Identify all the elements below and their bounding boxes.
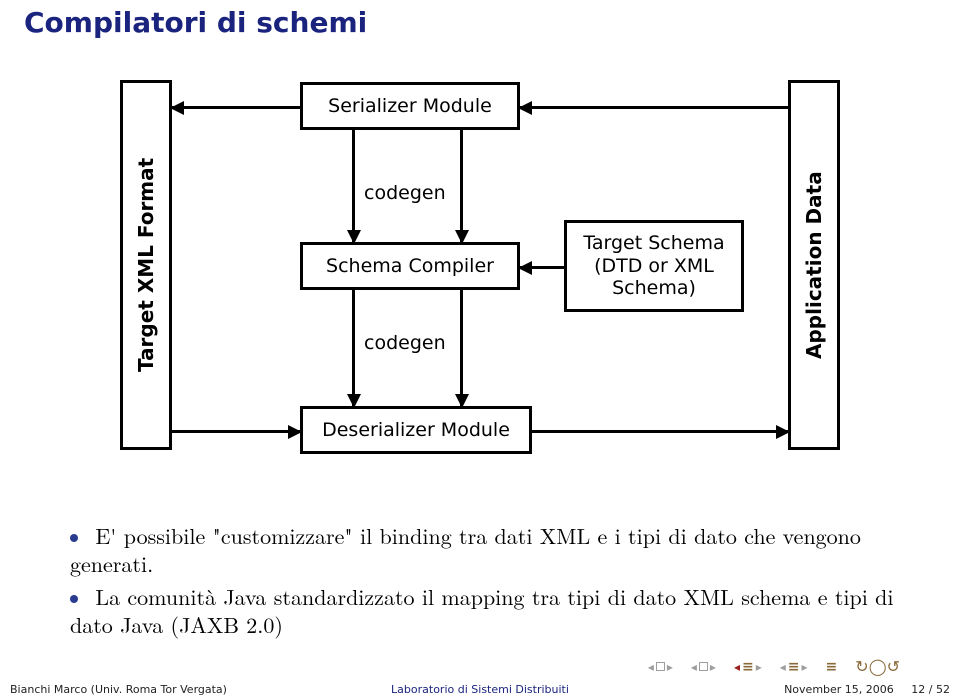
bullet-icon — [70, 534, 78, 542]
arrow-appdata-to-serializer — [520, 106, 788, 109]
codegen-label-top: codegen — [364, 182, 446, 204]
bullet-text: E' possibile "customizzare" il binding t… — [70, 520, 861, 579]
arrow-deserializer-to-appdata — [532, 430, 788, 433]
beamer-nav-controls: ◂▸ ◂▸ ◂≡▸ ◂≡▸ ≡ ↻◯↺ — [648, 657, 900, 676]
arrow-schema-to-compiler — [520, 266, 564, 269]
footer-author: Bianchi Marco (Univ. Roma Tor Vergata) — [10, 683, 323, 696]
footer-title: Laboratorio di Sistemi Distribuiti — [323, 683, 636, 696]
arrow-codegen-down-top-b — [460, 130, 463, 242]
schema-compiler-box: Schema Compiler — [300, 242, 520, 290]
footer-date: November 15, 2006 — [784, 683, 894, 696]
list-item: La comunità Java standardizzato il mappi… — [70, 583, 920, 638]
architecture-diagram: Target XML Format Application Data Seria… — [120, 70, 840, 500]
arrow-xml-to-deserializer — [172, 430, 300, 433]
bullet-icon — [70, 595, 78, 603]
bullet-text: La comunità Java standardizzato il mappi… — [70, 581, 894, 640]
arrow-codegen-down-bottom-b — [460, 290, 463, 406]
slide-footer: Bianchi Marco (Univ. Roma Tor Vergata) L… — [0, 680, 960, 700]
list-item: E' possibile "customizzare" il binding t… — [70, 522, 920, 577]
arrow-codegen-down-top-a — [352, 130, 355, 242]
serializer-module-box: Serializer Module — [300, 82, 520, 130]
application-data-block: Application Data — [788, 80, 840, 450]
deserializer-module-box: Deserializer Module — [300, 406, 532, 454]
arrow-codegen-down-bottom-a — [352, 290, 355, 406]
codegen-label-bottom: codegen — [364, 332, 446, 354]
nav-prev-slide[interactable]: ◂▸ — [648, 660, 673, 674]
nav-prev-section[interactable]: ◂≡▸ — [734, 659, 762, 675]
arrow-serializer-to-xml — [172, 106, 300, 109]
footer-page-total: 52 — [936, 683, 950, 696]
bullet-list: E' possibile "customizzare" il binding t… — [70, 522, 920, 644]
footer-page-current: 12 — [911, 683, 925, 696]
target-xml-format-block: Target XML Format — [120, 80, 172, 450]
nav-backforward-icon[interactable]: ↻◯↺ — [855, 657, 900, 676]
target-schema-box: Target Schema (DTD or XML Schema) — [564, 220, 744, 312]
nav-prev-subsection[interactable]: ◂≡▸ — [780, 659, 808, 675]
nav-goto-icon[interactable]: ≡ — [826, 659, 838, 675]
nav-prev-frame[interactable]: ◂▸ — [691, 660, 716, 674]
page-title: Compilatori di schemi — [24, 6, 367, 39]
footer-page: November 15, 2006 12 / 52 — [637, 683, 950, 696]
